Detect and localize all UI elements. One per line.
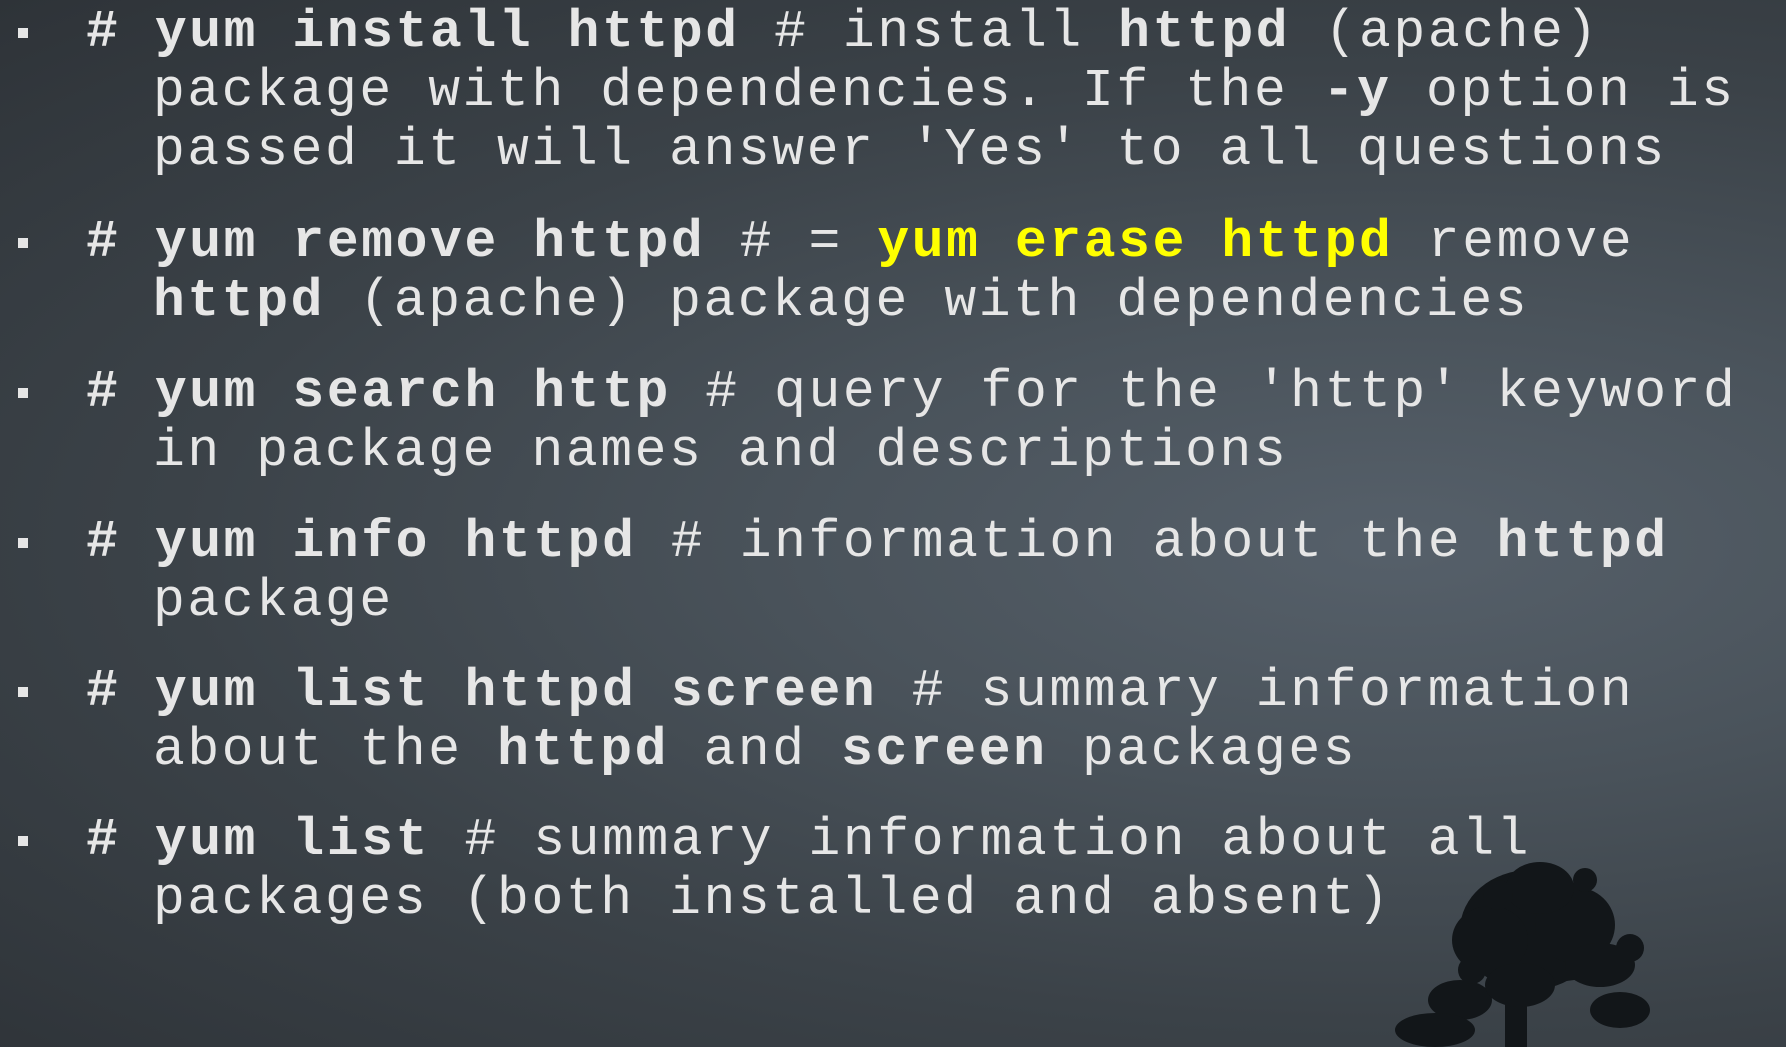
slide: # yum install httpd # install httpd (apa… (0, 0, 1786, 1047)
bullet-marker (18, 28, 28, 38)
command: yum list httpd screen (154, 661, 878, 721)
package-name: httpd (1118, 2, 1291, 62)
comment: # summary information (877, 661, 1635, 721)
comment: packages (1047, 720, 1358, 780)
comment: # query for the 'http' keyword (670, 362, 1738, 422)
package-name: httpd (497, 720, 670, 780)
package-name: httpd (1496, 512, 1669, 572)
comment: package with dependencies. If the (153, 61, 1323, 121)
comment: (apache) (1290, 2, 1600, 62)
package-name: httpd (153, 271, 326, 331)
bullet-line: package (153, 571, 394, 631)
option-flag: -y (1322, 61, 1392, 121)
comment: about the (153, 720, 498, 780)
prompt-hash: # (86, 661, 121, 721)
prompt-hash: # (86, 212, 121, 272)
list-item: # yum remove httpd # = yum erase httpd r… (0, 210, 1786, 350)
list-item: # yum info httpd # information about the… (0, 510, 1786, 650)
bullet-line: packages (both installed and absent) (153, 869, 1392, 929)
comment: # = (705, 212, 878, 272)
comment: remove (1393, 212, 1635, 272)
comment: # install (739, 2, 1119, 62)
bullet-line: # yum remove httpd # = yum erase httpd r… (86, 209, 1634, 275)
bullet-line: about the httpd and screen packages (153, 717, 1357, 783)
list-item: # yum install httpd # install httpd (apa… (0, 0, 1786, 180)
bullet-line: # yum install httpd # install httpd (apa… (86, 0, 1600, 65)
bullet-marker (18, 836, 28, 846)
highlighted-alias: yum erase httpd (877, 212, 1394, 272)
list-item: # yum search http # query for the 'http'… (0, 360, 1786, 500)
prompt-hash: # (86, 362, 121, 422)
comment: # information about the (636, 512, 1497, 572)
package-name: screen (841, 720, 1048, 780)
comment: (apache) package with dependencies (325, 271, 1530, 331)
list-item: # yum list # summary information about a… (0, 808, 1786, 948)
bullet-line: # yum list # summary information about a… (86, 807, 1531, 873)
comment: and (669, 720, 842, 780)
command: yum search http (154, 362, 671, 422)
bullet-marker (18, 388, 28, 398)
command: yum info httpd (154, 512, 637, 572)
bullet-line: in package names and descriptions (153, 421, 1289, 481)
command: yum install httpd (154, 2, 740, 62)
command: yum remove httpd (154, 212, 706, 272)
bullet-marker (18, 687, 28, 697)
list-item: # yum list httpd screen # summary inform… (0, 659, 1786, 799)
bullet-marker (18, 238, 28, 248)
prompt-hash: # (86, 810, 121, 870)
command: yum list (154, 810, 431, 870)
bullet-line: package with dependencies. If the -y opt… (153, 58, 1736, 124)
bullet-marker (18, 538, 28, 548)
bullet-line: passed it will answer 'Yes' to all quest… (153, 120, 1667, 180)
bullet-line: # yum search http # query for the 'http'… (86, 359, 1737, 425)
bullet-line: # yum info httpd # information about the… (86, 509, 1669, 575)
prompt-hash: # (86, 512, 121, 572)
bullet-line: # yum list httpd screen # summary inform… (86, 658, 1634, 724)
comment: # summary information about all (430, 810, 1532, 870)
prompt-hash: # (86, 2, 121, 62)
comment: option is (1391, 61, 1736, 121)
bullet-line: httpd (apache) package with dependencies (153, 268, 1529, 334)
